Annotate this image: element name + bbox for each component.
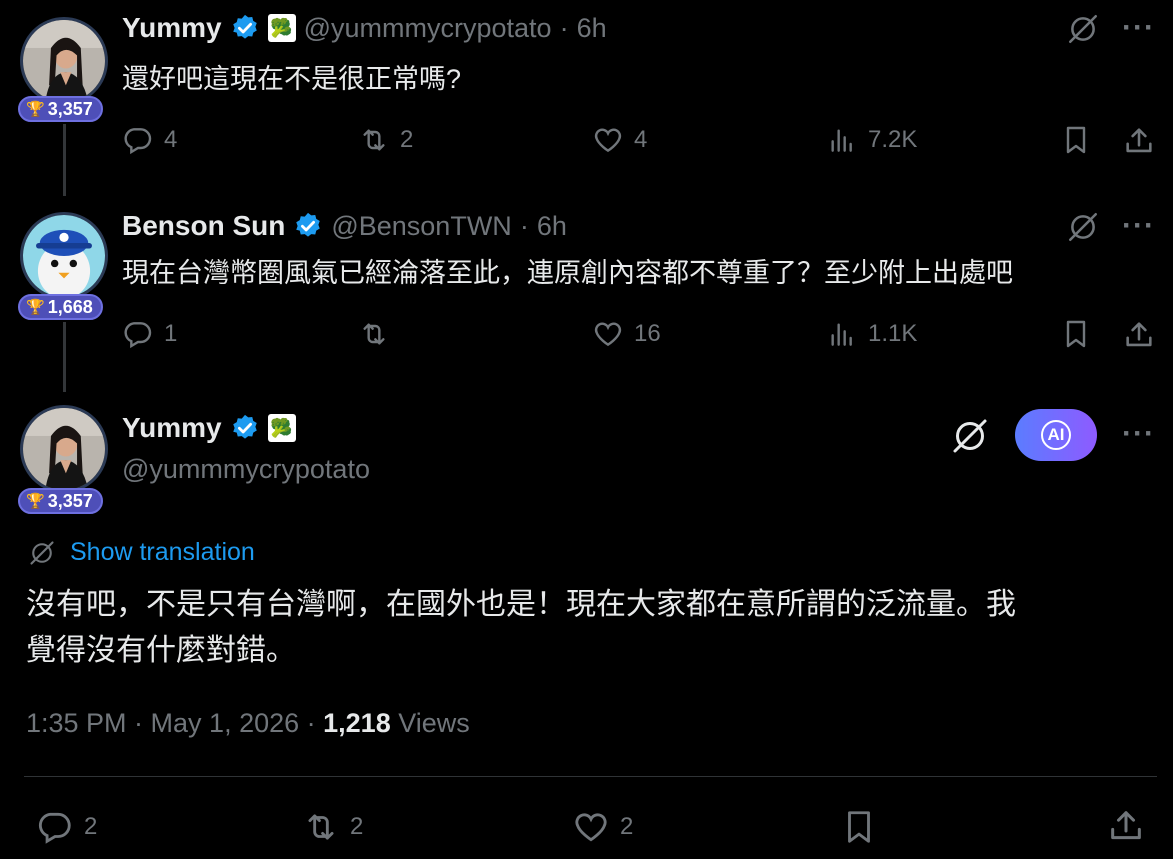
slash-circle-icon [28,539,56,567]
retweet-icon [302,808,340,846]
thread-line [63,322,66,392]
separator-dot: · [559,12,569,43]
like-button[interactable]: 4 [592,124,647,156]
slash-circle-icon[interactable] [1066,12,1100,46]
retweet-button[interactable]: 2 [302,808,363,846]
divider [24,776,1157,777]
timestamp[interactable]: 6h [537,211,567,242]
avatar[interactable] [20,17,108,105]
retweet-button[interactable] [358,318,400,350]
ai-button[interactable]: AI [1015,409,1097,461]
reply-icon [122,318,154,350]
avatar[interactable] [20,212,108,300]
avatar[interactable] [20,405,108,493]
bookmark-icon[interactable] [1060,124,1092,156]
tweet-header: Yummy 🥦 @yummmycrypotato · 6h [122,12,607,44]
bookmark-icon[interactable] [1060,318,1092,350]
handle[interactable]: @BensonTWN [331,211,511,242]
more-icon[interactable]: ··· [1122,419,1155,449]
heart-icon [592,124,624,156]
heart-icon [592,318,624,350]
tweet-text: 還好吧這現在不是很正常嗎? [122,64,462,94]
separator-dot: · [519,210,529,241]
timestamp[interactable]: 1:35 PM · May 1, 2026 · [26,708,323,738]
tweet-header: Benson Sun @BensonTWN · 6h [122,210,567,242]
verified-badge-icon[interactable] [230,13,260,43]
reply-button[interactable]: 4 [122,124,177,156]
trophy-icon: 🏆 [26,493,45,510]
display-name[interactable]: Yummy [122,412,222,444]
trophy-icon: 🏆 [26,299,45,316]
verified-badge-icon[interactable] [293,211,323,241]
slash-circle-icon[interactable] [950,416,990,456]
views-button[interactable]: 1.1K [826,318,917,350]
reply-button[interactable]: 1 [122,318,177,350]
views-icon [826,318,858,350]
show-translation-link[interactable]: Show translation [28,538,255,567]
display-name[interactable]: Yummy [122,12,222,44]
more-icon[interactable]: ··· [1122,13,1155,43]
share-icon[interactable] [1122,318,1156,352]
score-badge: 🏆 3,357 [18,488,103,514]
thread-line [63,124,66,196]
score-badge: 🏆 3,357 [18,96,103,122]
verified-badge-icon[interactable] [230,413,260,443]
retweet-icon [358,124,390,156]
like-button[interactable]: 2 [572,808,633,846]
reply-icon [36,808,74,846]
ai-label: AI [1041,420,1071,450]
more-icon[interactable]: ··· [1122,211,1155,241]
reply-icon [122,124,154,156]
handle[interactable]: @yummmycrypotato [122,454,370,485]
like-button[interactable]: 16 [592,318,661,350]
views-label: Views [390,708,470,738]
tweet-text-line-2: 覺得沒有什麼對錯。 [26,634,296,667]
trophy-icon: 🏆 [26,101,45,118]
tweet-header: Yummy 🥦 [122,412,296,444]
timestamp[interactable]: 6h [577,13,607,44]
sticker-icon: 🥦 [267,414,296,442]
share-icon[interactable] [1122,124,1156,158]
retweet-icon [358,318,390,350]
reply-button[interactable]: 2 [36,808,97,846]
retweet-button[interactable]: 2 [358,124,413,156]
views-button[interactable]: 7.2K [826,124,917,156]
handle[interactable]: @yummmycrypotato [304,13,552,44]
views-icon [826,124,858,156]
sticker-icon: 🥦 [267,14,296,42]
tweet-text: 現在台灣幣圈風氣已經淪落至此，連原創內容都不尊重了？至少附上出處吧 [122,258,1013,288]
share-icon[interactable] [1106,806,1146,846]
slash-circle-icon[interactable] [1066,210,1100,244]
heart-icon [572,808,610,846]
display-name[interactable]: Benson Sun [122,210,285,242]
tweet-meta: 1:35 PM · May 1, 2026 · 1,218 Views [26,708,470,739]
score-badge: 🏆 1,668 [18,294,103,320]
views-count: 1,218 [323,708,391,738]
bookmark-icon[interactable] [840,808,878,846]
tweet-text-line-1: 沒有吧，不是只有台灣啊，在國外也是！現在大家都在意所謂的泛流量。我 [26,588,1016,621]
